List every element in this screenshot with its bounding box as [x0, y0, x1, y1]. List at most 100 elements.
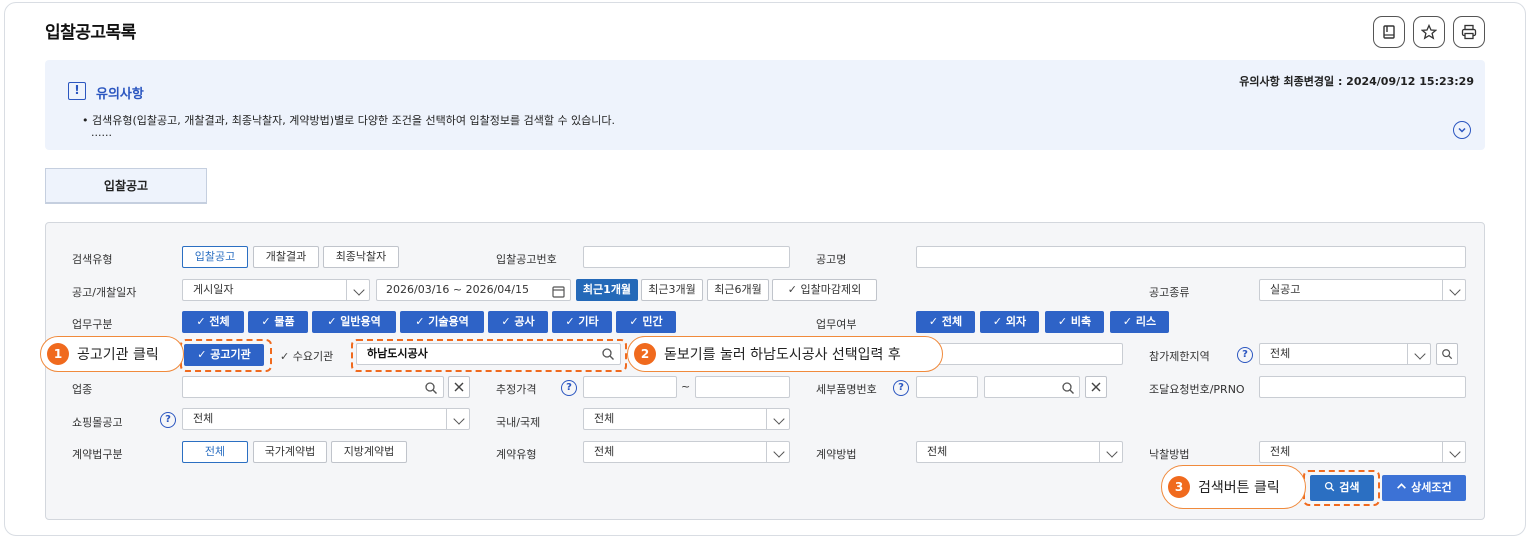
contract-law-all[interactable]: 전체 [182, 441, 248, 463]
contract-law-label: 계약법구분 [72, 448, 123, 461]
chevron-down-icon [1449, 446, 1461, 458]
exclude-closed-toggle[interactable]: ✓ 입찰마감제외 [772, 279, 877, 301]
work-yn-stockpile-checkbox[interactable]: ✓ 비축 [1045, 311, 1104, 333]
notice-kind-select[interactable]: 실공고 [1259, 279, 1466, 301]
request-no-input[interactable] [1259, 376, 1466, 398]
contract-type-value: 전체 [594, 445, 615, 458]
work-general-service-checkbox[interactable]: ✓ 일반용역 [312, 311, 396, 333]
est-price-help-icon[interactable]: ? [561, 380, 577, 396]
check-icon: ✓ [787, 283, 801, 296]
item-clear-button[interactable] [1085, 376, 1107, 398]
chevron-down-icon [453, 413, 465, 425]
tab-bid-notice[interactable]: 입찰공고 [45, 168, 207, 204]
domestic-label: 국내/국제 [496, 416, 541, 429]
contract-law-local[interactable]: 지방계약법 [331, 441, 407, 463]
quick-3-months[interactable]: 최근3개월 [641, 279, 703, 301]
item-no-input[interactable] [916, 376, 978, 398]
bookmark-button[interactable] [1373, 16, 1405, 48]
notice-name-label: 공고명 [816, 253, 847, 266]
work-goods-label: 물품 [274, 315, 295, 328]
date-type-select[interactable]: 게시일자 [182, 279, 370, 301]
est-price-from-input[interactable] [583, 376, 677, 398]
work-private-checkbox[interactable]: ✓ 민간 [616, 311, 676, 333]
region-select[interactable]: 전체 [1259, 343, 1431, 365]
star-icon [1421, 24, 1437, 40]
quick-1-month[interactable]: 최근1개월 [576, 279, 638, 301]
contract-method-value: 전체 [927, 445, 948, 458]
notice-more-text: ...... [91, 126, 112, 139]
industry-search-icon[interactable] [424, 380, 438, 399]
search-type-final-winner[interactable]: 최종낙찰자 [323, 246, 399, 268]
work-yn-foreign-label: 외자 [1005, 315, 1027, 328]
agency-extra-input[interactable] [916, 343, 1123, 365]
contract-method-label: 계약방법 [816, 448, 857, 461]
mall-select[interactable]: 전체 [182, 408, 470, 430]
chevron-down-icon [1458, 127, 1466, 133]
chevron-down-icon [773, 413, 785, 425]
work-tech-service-checkbox[interactable]: ✓ 기술용역 [400, 311, 484, 333]
award-method-select[interactable]: 전체 [1259, 441, 1466, 463]
work-etc-label: 기타 [578, 315, 599, 328]
work-all-label: 전체 [209, 315, 230, 328]
callout-1-number: 1 [47, 343, 69, 365]
calendar-icon[interactable] [552, 283, 565, 302]
region-search-button[interactable] [1436, 343, 1458, 365]
chevron-down-icon [1449, 284, 1461, 296]
search-type-opening-result[interactable]: 개찰결과 [253, 246, 319, 268]
work-yn-foreign-checkbox[interactable]: ✓ 외자 [980, 311, 1039, 333]
print-button[interactable] [1453, 16, 1485, 48]
callout-2: 2 돋보기를 눌러 하남도시공사 선택입력 후 [627, 336, 943, 372]
work-goods-checkbox[interactable]: ✓ 물품 [248, 311, 308, 333]
work-yn-lease-checkbox[interactable]: ✓ 리스 [1110, 311, 1169, 333]
detail-conditions-button[interactable]: 상세조건 [1382, 475, 1466, 501]
est-price-to-input[interactable] [695, 376, 790, 398]
callout-2-text: 돋보기를 눌러 하남도시공사 선택입력 후 [664, 347, 901, 363]
item-search-icon[interactable] [1061, 380, 1075, 399]
date-range-input[interactable]: 2026/03/16 ~ 2026/04/15 [376, 279, 571, 301]
contract-type-select[interactable]: 전체 [583, 441, 790, 463]
award-method-value: 전체 [1270, 445, 1291, 458]
contract-method-select[interactable]: 전체 [916, 441, 1123, 463]
work-yn-label: 업무여부 [816, 318, 857, 331]
work-yn-all-label: 전체 [941, 315, 963, 328]
close-icon [1091, 382, 1101, 392]
highlight-agency-checkbox [180, 339, 272, 372]
work-yn-lease-label: 리스 [1135, 315, 1157, 328]
domestic-select[interactable]: 전체 [583, 408, 790, 430]
favorite-button[interactable] [1413, 16, 1445, 48]
contract-law-national[interactable]: 국가계약법 [253, 441, 327, 463]
domestic-value: 전체 [594, 412, 615, 425]
notice-name-input[interactable] [916, 246, 1466, 268]
region-help-icon[interactable]: ? [1237, 347, 1253, 363]
work-category-label: 업무구분 [72, 318, 113, 331]
item-no-help-icon[interactable]: ? [893, 380, 909, 396]
notice-text: • 검색유형(입찰공고, 개찰결과, 최종낙찰자, 계약방법)별로 다양한 조건… [82, 114, 616, 127]
close-icon [454, 382, 464, 392]
est-price-label: 추정가격 [496, 383, 537, 396]
industry-label: 업종 [72, 383, 93, 396]
callout-3: 3 검색버튼 클릭 [1161, 465, 1306, 509]
notice-kind-value: 실공고 [1270, 283, 1301, 296]
notice-title: 유의사항 [96, 87, 144, 102]
search-type-label: 검색유형 [72, 253, 113, 266]
notice-expand-button[interactable] [1453, 121, 1471, 139]
work-construction-checkbox[interactable]: ✓ 공사 [488, 311, 548, 333]
mall-help-icon[interactable]: ? [160, 412, 176, 428]
notice-updated-date: 유의사항 최종변경일 : 2024/09/12 15:23:29 [1239, 75, 1474, 88]
work-all-checkbox[interactable]: ✓ 전체 [182, 311, 244, 333]
work-yn-all-checkbox[interactable]: ✓ 전체 [916, 311, 975, 333]
quick-6-months[interactable]: 최근6개월 [707, 279, 769, 301]
highlight-search-button [1303, 470, 1380, 506]
callout-3-number: 3 [1168, 476, 1190, 498]
agency-demand-toggle[interactable]: ✓ 수요기관 [280, 348, 333, 364]
industry-clear-button[interactable] [448, 376, 470, 398]
request-no-label: 조달요청번호/PRNO [1149, 383, 1245, 396]
check-icon: ✓ [280, 350, 293, 363]
date-range-value: 2026/03/16 ~ 2026/04/15 [386, 283, 530, 296]
chevron-down-icon [1106, 446, 1118, 458]
search-type-bid-notice[interactable]: 입찰공고 [182, 246, 248, 268]
bid-no-label: 입찰공고번호 [496, 253, 557, 266]
industry-input[interactable] [182, 376, 444, 398]
work-etc-checkbox[interactable]: ✓ 기타 [552, 311, 612, 333]
bid-no-input[interactable] [583, 246, 790, 268]
